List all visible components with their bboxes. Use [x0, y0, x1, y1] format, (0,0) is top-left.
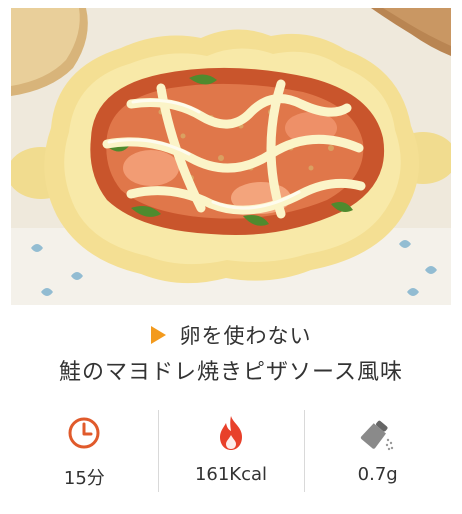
salt-value: 0.7g: [357, 464, 398, 485]
recipe-title-block[interactable]: 卵を使わない 鮭のマヨドレ焼きピザソース風味: [0, 318, 462, 390]
stat-time: 15分: [11, 408, 158, 494]
clock-icon: [64, 414, 104, 452]
stat-calories: 161Kcal: [157, 408, 305, 494]
recipe-card[interactable]: 卵を使わない 鮭のマヨドレ焼きピザソース風味 15分 161Kcal 0.7g: [0, 0, 462, 514]
calories-value: 161Kcal: [194, 464, 268, 485]
recipe-subtitle: 卵を使わない: [179, 324, 312, 348]
stat-salt: 0.7g: [304, 408, 451, 494]
flame-icon: [211, 414, 251, 452]
recipe-stats: 15分 161Kcal 0.7g: [11, 408, 451, 494]
play-icon: [150, 326, 166, 344]
salt-shaker-icon: [358, 414, 398, 452]
recipe-title[interactable]: 鮭のマヨドレ焼きピザソース風味: [0, 356, 462, 390]
recipe-photo[interactable]: [11, 8, 451, 305]
recipe-subtitle-line: 卵を使わない: [0, 318, 462, 352]
cooking-time: 15分: [63, 468, 105, 489]
